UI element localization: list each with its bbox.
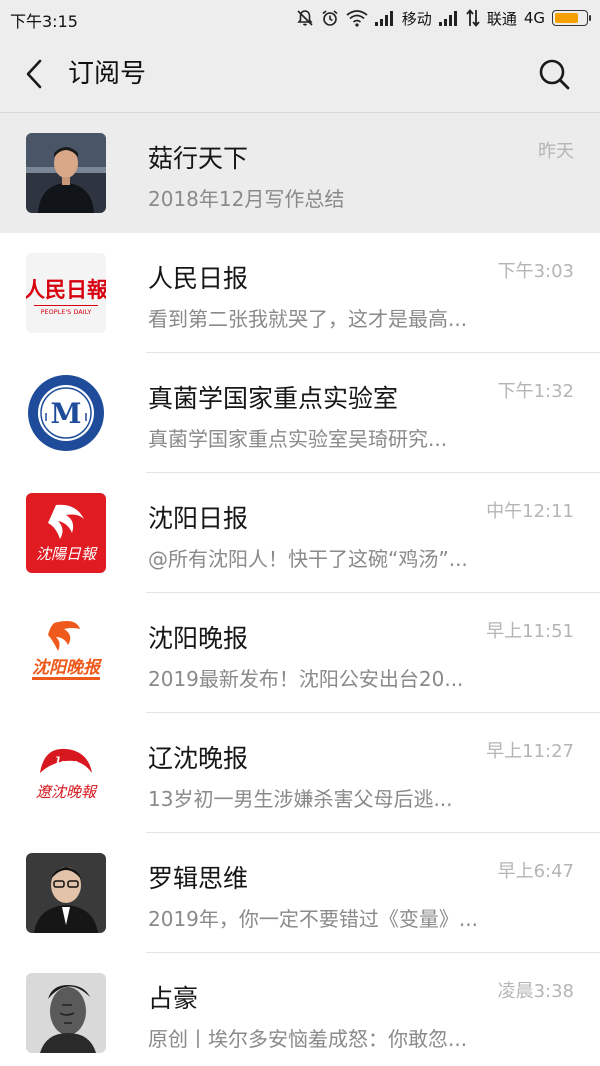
avatar <box>26 973 106 1053</box>
account-name: 沈阳晚报 <box>148 624 249 653</box>
status-icons: 移动 联通 4G <box>296 6 591 30</box>
avatar: lw 遼沈晚報 <box>26 733 106 813</box>
avatar <box>26 853 106 933</box>
list-item[interactable]: 人民日報 PEOPLE'S DAILY 人民日报 看到第二张我就哭了，这才是最高… <box>0 233 600 353</box>
search-icon[interactable] <box>536 56 572 92</box>
svg-text:人民日報: 人民日報 <box>26 277 106 302</box>
list-item[interactable]: M 真菌学国家重点实验室 真菌学国家重点实验室吴琦研究... 下午1:32 <box>0 353 600 473</box>
list-item[interactable]: 占豪 原创丨埃尔多安恼羞成怒：你敢忽... 凌晨3:38 <box>0 953 600 1066</box>
timestamp: 下午3:03 <box>497 261 574 282</box>
logo-text: 沈阳晚报 <box>32 658 103 678</box>
avatar: M <box>26 373 106 453</box>
svg-text:遼沈晚報: 遼沈晚報 <box>36 783 98 801</box>
timestamp: 早上11:51 <box>486 621 574 642</box>
account-name: 菇行天下 <box>148 144 249 173</box>
status-bar: 下午3:15 移动 联通 4G <box>0 0 600 36</box>
account-name: 沈阳日报 <box>148 504 249 533</box>
network-type: 4G <box>523 9 545 27</box>
status-time: 下午3:15 <box>10 12 78 31</box>
carrier-2: 联通 <box>486 9 517 28</box>
message-preview: 2019年，你一定不要错过《变量》... <box>148 907 478 931</box>
message-preview: 2018年12月写作总结 <box>148 187 345 211</box>
list-item[interactable]: lw 遼沈晚報 辽沈晚报 13岁初一男生涉嫌杀害父母后逃... 早上11:27 <box>0 713 600 833</box>
account-name: 人民日报 <box>148 264 249 293</box>
wifi-icon <box>346 10 368 27</box>
avatar <box>26 133 106 213</box>
message-preview: 真菌学国家重点实验室吴琦研究... <box>148 427 448 451</box>
chevron-left-icon[interactable] <box>18 56 54 92</box>
list-item[interactable]: 罗辑思维 2019年，你一定不要错过《变量》... 早上6:47 <box>0 833 600 953</box>
title-bar: 订阅号 <box>0 36 600 113</box>
alarm-icon <box>322 10 338 26</box>
logo-text: M <box>51 397 82 430</box>
message-preview: 看到第二张我就哭了，这才是最高... <box>148 307 468 331</box>
signal-icon-2 <box>438 11 457 26</box>
svg-text:lw: lw <box>54 752 78 776</box>
message-preview: 原创丨埃尔多安恼羞成怒：你敢忽... <box>148 1027 468 1051</box>
message-preview: 2019最新发布！沈阳公安出台20... <box>148 667 464 691</box>
list-item[interactable]: 菇行天下 2018年12月写作总结 昨天 <box>0 113 600 233</box>
list-item[interactable]: 沈阳晚报 沈阳晚报 2019最新发布！沈阳公安出台20... 早上11:51 <box>0 593 600 713</box>
account-name: 占豪 <box>148 984 199 1013</box>
timestamp: 早上6:47 <box>497 861 574 882</box>
avatar: 沈陽日報 <box>26 493 106 573</box>
svg-text:沈陽日報: 沈陽日報 <box>36 545 98 563</box>
mute-icon <box>297 10 313 26</box>
avatar: 人民日報 PEOPLE'S DAILY <box>26 253 106 333</box>
battery-icon <box>552 10 591 26</box>
subscription-list: 菇行天下 2018年12月写作总结 昨天 人民日報 PEOPLE'S DAILY… <box>0 113 600 1066</box>
timestamp: 下午1:32 <box>497 381 574 402</box>
account-name: 真菌学国家重点实验室 <box>148 384 399 413</box>
carrier-1: 移动 <box>401 9 432 28</box>
subscription-page: 下午3:15 移动 联通 4G 订阅号 菇行天下 2018年12月写作总结 昨天… <box>0 0 600 1066</box>
timestamp: 凌晨3:38 <box>497 981 574 1002</box>
timestamp: 中午12:11 <box>486 501 574 522</box>
logo-text: PEOPLE'S DAILY <box>41 308 92 316</box>
message-preview: 13岁初一男生涉嫌杀害父母后逃... <box>148 787 453 811</box>
list-item[interactable]: 沈陽日報 沈阳日报 @所有沈阳人！快干了这碗“鸡汤”... 中午12:11 <box>0 473 600 593</box>
account-name: 罗辑思维 <box>148 864 249 893</box>
message-preview: @所有沈阳人！快干了这碗“鸡汤”... <box>148 547 468 571</box>
signal-icon-1 <box>374 11 393 26</box>
account-name: 辽沈晚报 <box>148 744 249 773</box>
timestamp: 昨天 <box>538 141 574 162</box>
avatar: 沈阳晚报 <box>26 613 106 693</box>
data-transfer-icon <box>466 9 480 27</box>
page-title: 订阅号 <box>68 59 147 89</box>
timestamp: 早上11:27 <box>486 741 574 762</box>
